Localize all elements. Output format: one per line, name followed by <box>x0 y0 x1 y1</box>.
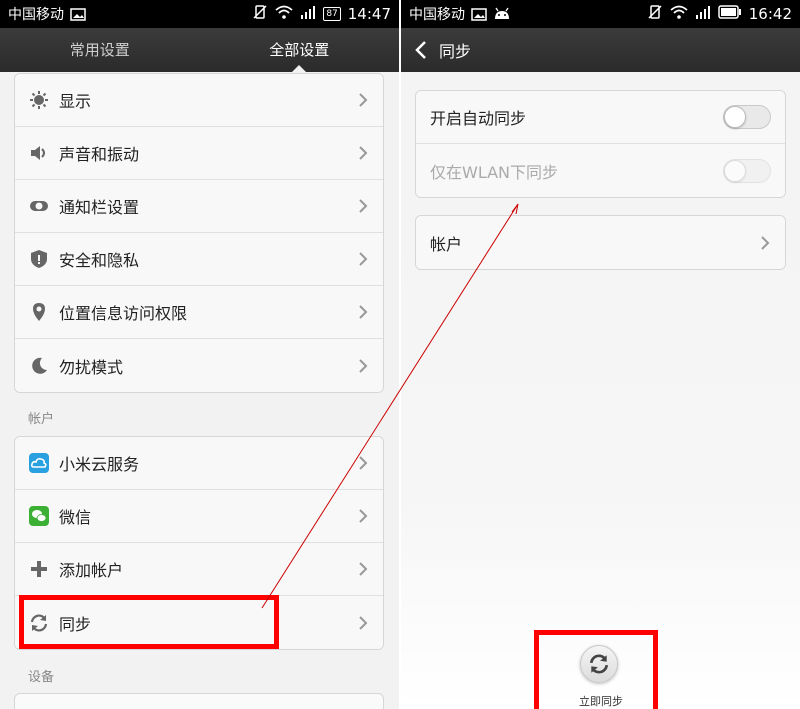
carrier-name: 中国移动 <box>409 7 465 23</box>
clock: 14:47 <box>347 5 391 23</box>
toggle-icon <box>29 196 49 216</box>
wlan-only-sync-label: 仅在WLAN下同步 <box>430 162 559 182</box>
settings-tab-bar: 常用设置 全部设置 <box>0 28 399 72</box>
highlight-box-sync-item <box>19 595 279 649</box>
settings-item-label: 声音和振动 <box>59 145 140 164</box>
settings-item-security-privacy[interactable]: 安全和隐私 <box>15 233 383 286</box>
settings-item-label: 显示 <box>59 92 92 111</box>
chevron-right-icon <box>357 508 369 524</box>
signal-icon <box>300 5 316 23</box>
signal-icon <box>695 5 711 23</box>
chevron-right-icon <box>357 92 369 108</box>
settings-item-label: 微信 <box>59 508 92 527</box>
moon-icon <box>29 356 49 376</box>
toggle-knob <box>724 106 746 128</box>
settings-item-label: 勿扰模式 <box>59 357 124 377</box>
status-bar: 中国移动 87 14:47 <box>0 0 399 28</box>
settings-item-sound[interactable]: 声音和振动 <box>15 127 383 180</box>
auto-sync-row[interactable]: 开启自动同步 <box>416 91 785 144</box>
toggle-knob <box>724 159 746 182</box>
plus-icon <box>29 559 49 579</box>
auto-sync-toggle[interactable] <box>723 105 771 129</box>
settings-item-location-access[interactable]: 位置信息访问权限 <box>15 286 383 339</box>
cloud-icon <box>29 453 49 473</box>
tab-common-settings[interactable]: 常用设置 <box>0 28 200 72</box>
left-screen-settings: 中国移动 87 14:47 常用设置 全部设置 显示 声音和振动 通知栏设置 安… <box>0 0 399 709</box>
title-bar: 同步 <box>401 28 800 72</box>
chevron-right-icon <box>357 561 369 577</box>
page-title: 同步 <box>439 42 472 61</box>
speaker-icon <box>29 143 49 163</box>
tab-all-settings[interactable]: 全部设置 <box>200 28 400 72</box>
chevron-right-icon <box>357 358 369 374</box>
location-pin-icon <box>29 302 49 322</box>
chevron-right-icon <box>357 198 369 214</box>
picture-notification-icon <box>471 7 487 21</box>
highlight-box-sync-now <box>534 630 658 709</box>
chevron-right-icon <box>759 235 771 251</box>
vibrate-off-icon <box>647 4 663 24</box>
settings-item-display[interactable]: 显示 <box>15 74 383 127</box>
wifi-icon <box>275 5 293 23</box>
wechat-icon <box>29 506 49 526</box>
settings-item-wechat[interactable]: 微信 <box>15 490 383 543</box>
picture-notification-icon <box>70 7 86 21</box>
right-screen-sync: 中国移动 16:42 同步 开启自动同步 仅在WLAN下同步 帐户 立即同步 <box>401 0 800 709</box>
back-arrow-icon[interactable] <box>415 40 427 60</box>
brightness-icon <box>29 90 49 110</box>
vibrate-off-icon <box>252 4 268 24</box>
chevron-right-icon <box>357 145 369 161</box>
battery-indicator: 87 <box>323 7 341 21</box>
chevron-right-icon <box>357 304 369 320</box>
device-settings-group <box>14 693 384 709</box>
sync-toggles-group: 开启自动同步 仅在WLAN下同步 <box>415 90 786 198</box>
settings-item-label: 小米云服务 <box>59 455 140 474</box>
settings-item-do-not-disturb[interactable]: 勿扰模式 <box>15 339 383 392</box>
account-row-label: 帐户 <box>430 234 463 254</box>
settings-item-label: 添加帐户 <box>59 561 124 580</box>
wlan-only-sync-row: 仅在WLAN下同步 <box>416 144 785 197</box>
section-label-account: 帐户 <box>28 412 55 427</box>
settings-item-notification-bar[interactable]: 通知栏设置 <box>15 180 383 233</box>
system-settings-group: 显示 声音和振动 通知栏设置 安全和隐私 位置信息访问权限 勿扰模式 <box>14 73 384 393</box>
android-notification-icon <box>493 7 511 21</box>
account-row[interactable]: 帐户 <box>416 216 785 269</box>
carrier-name: 中国移动 <box>8 7 64 23</box>
battery-icon <box>718 5 742 23</box>
settings-item-mi-cloud[interactable]: 小米云服务 <box>15 437 383 490</box>
chevron-right-icon <box>357 251 369 267</box>
account-group: 帐户 <box>415 215 786 270</box>
wlan-only-sync-toggle <box>723 158 771 183</box>
shield-icon <box>29 249 49 269</box>
auto-sync-label: 开启自动同步 <box>430 109 527 128</box>
status-bar: 中国移动 16:42 <box>401 0 800 28</box>
settings-item-label: 位置信息访问权限 <box>59 304 188 323</box>
settings-item-label: 安全和隐私 <box>59 251 140 270</box>
settings-item-add-account[interactable]: 添加帐户 <box>15 543 383 596</box>
chevron-right-icon <box>357 615 369 631</box>
settings-item-label: 通知栏设置 <box>59 198 140 217</box>
section-label-device: 设备 <box>28 670 55 685</box>
wifi-icon <box>670 5 688 23</box>
clock: 16:42 <box>748 5 792 23</box>
chevron-right-icon <box>357 455 369 471</box>
